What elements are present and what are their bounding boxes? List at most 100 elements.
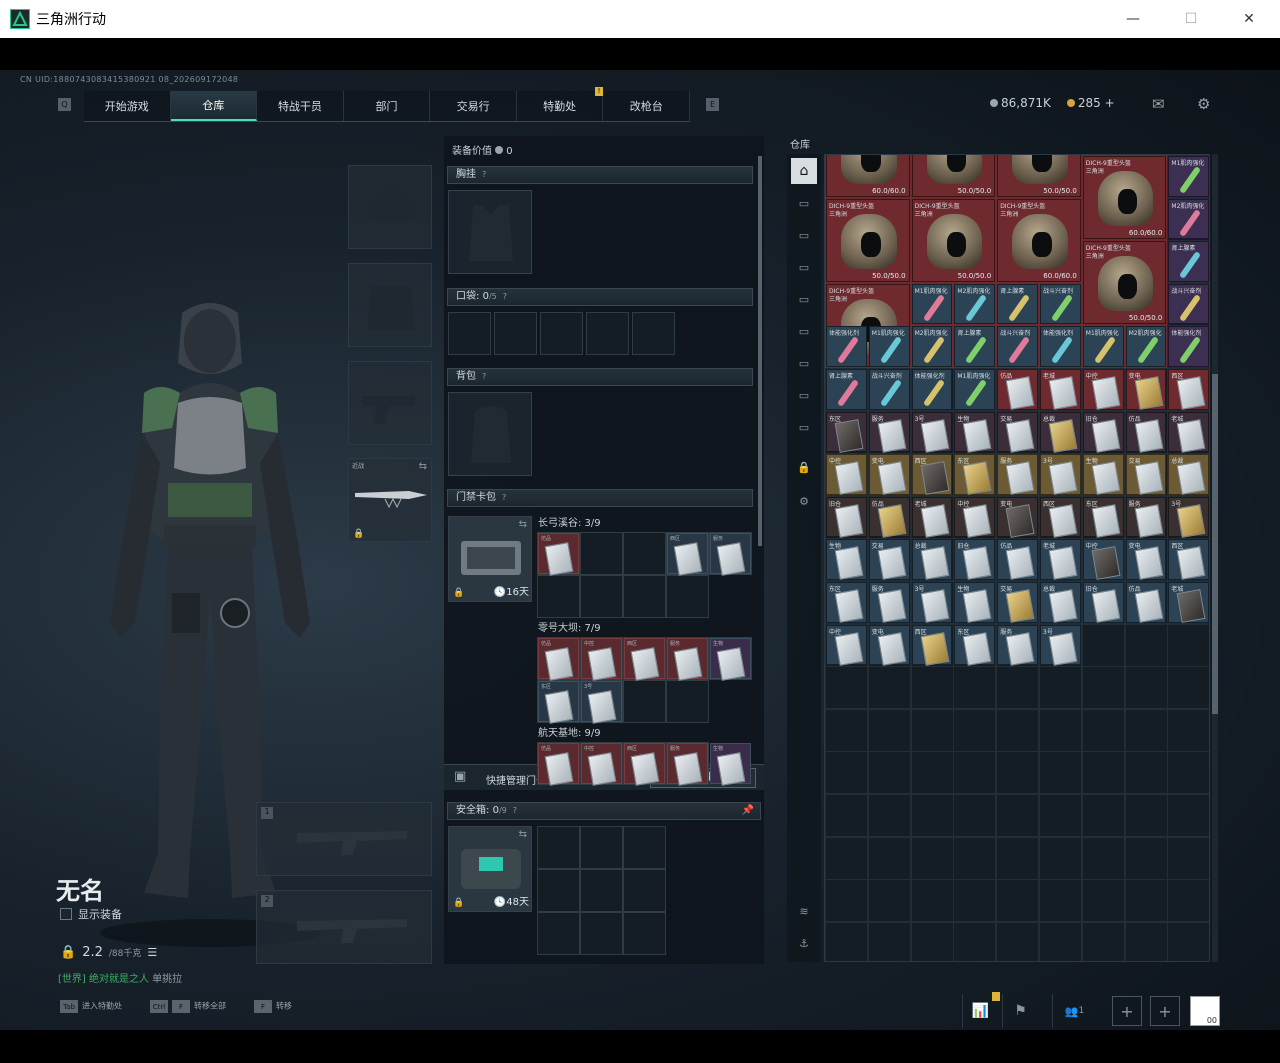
keycard-item[interactable]: 3号 [911,582,953,623]
warehouse-cell[interactable] [1124,666,1168,710]
safebox-slot-cell[interactable] [537,912,580,955]
warehouse-scrollbar[interactable] [1212,154,1218,962]
keycard-item[interactable]: 3号 [1168,496,1209,538]
keycard-item[interactable]: 西区 [624,638,665,681]
keycard-item[interactable]: 中控 [954,496,996,538]
close-button[interactable]: ✕ [1220,0,1278,38]
keycard-item[interactable]: 生物 [954,582,996,623]
warehouse-scroll-thumb[interactable] [1212,374,1218,714]
warehouse-cell[interactable] [825,794,868,837]
warehouse-cell[interactable] [825,879,868,923]
keycard-item[interactable]: 旧仓 [826,496,867,538]
keycard-item[interactable]: 西区 [1040,496,1081,538]
keycard-item[interactable]: 老城 [911,496,953,538]
warehouse-cell[interactable] [1081,666,1125,710]
injector-item[interactable]: 体能强化剂 [1168,326,1209,367]
keycard-item[interactable]: 仿品 [997,369,1038,410]
havcoin-balance[interactable]: 86,871K [990,96,1051,110]
melee-slot[interactable]: 近战 ⇆ 🔒 [348,458,432,542]
keycard-slot[interactable] [580,532,623,575]
pocket-slot[interactable] [448,312,491,355]
secondary-weapon-slot[interactable]: 2 [256,890,432,964]
injector-item[interactable]: 战斗兴奋剂 [1040,283,1081,325]
safebox-slot-cell[interactable] [580,826,623,869]
tab-operators[interactable]: 特战干员 [257,91,344,121]
show-equipment-toggle[interactable]: 显示装备 [60,906,122,922]
warehouse-cell[interactable] [953,751,997,795]
keycard-item[interactable]: 东区 [826,411,867,453]
injector-item[interactable]: M1肌肉强化 [1168,156,1209,197]
keycard-item[interactable]: 服务 [667,743,708,786]
warehouse-cell[interactable] [1167,623,1209,667]
keycard-item[interactable]: 变电 [1125,539,1167,581]
warehouse-cell[interactable] [1039,794,1082,837]
keycard-item[interactable]: 东区 [954,454,996,496]
keycard-item[interactable]: 生物 [710,638,751,681]
warehouse-cell[interactable] [867,794,911,837]
keycard-item[interactable]: 生物 [710,743,751,786]
pocket-slot[interactable] [632,312,675,355]
safebox-slot-cell[interactable] [623,826,666,869]
safebox-slot-cell[interactable] [623,912,666,955]
warehouse-cell[interactable] [953,708,997,752]
keycard-item[interactable]: 生物 [1082,454,1124,496]
tab-special-ops[interactable]: 特勤处 [517,91,604,121]
warehouse-cell[interactable] [1039,708,1082,752]
show-equipment-checkbox[interactable] [60,908,72,920]
keycard-item[interactable]: 交易 [997,411,1038,453]
swap-icon[interactable]: ⇆ [419,461,427,472]
warehouse-cell[interactable] [1124,751,1168,795]
keycard-item[interactable]: 3号 [1040,624,1081,666]
helmet-item[interactable]: DICH-9重型头盔三角洲60.0/60.0 [826,155,910,197]
warehouse-cell[interactable] [910,666,954,710]
tab-warehouse[interactable]: 仓库 [170,91,258,121]
backpack-slot[interactable] [448,392,532,476]
safebox-slot-cell[interactable] [623,869,666,912]
nav-next-key[interactable]: E [706,98,719,111]
safebox-slot-cell[interactable] [537,869,580,912]
warehouse-cell[interactable] [1039,751,1082,795]
warehouse-cell[interactable] [1039,879,1082,923]
warehouse-cell[interactable] [867,921,911,961]
keycard-item[interactable]: 变电 [997,496,1038,538]
keycard-item[interactable]: 西区 [1168,369,1209,410]
warehouse-cell[interactable] [953,879,997,923]
keycard-item[interactable]: 东区 [538,681,579,724]
pin-icon[interactable]: 📌 [742,803,754,819]
warehouse-cell[interactable] [910,921,954,961]
keycard-item[interactable]: 西区 [667,533,708,576]
injector-item[interactable]: 体能强化剂 [826,326,867,367]
keycard-item[interactable]: 西区 [1168,539,1209,581]
keycard-item[interactable]: 中控 [581,638,622,681]
helmet-item[interactable]: DICH-9重型头盔三角洲50.0/50.0 [911,155,996,197]
keycard-item[interactable]: 西区 [624,743,665,786]
category-icon[interactable]: ▭ [791,286,817,312]
keycard-item[interactable]: 总裁 [1168,454,1209,496]
pocket-slot[interactable] [586,312,629,355]
keycard-item[interactable]: 交易 [997,582,1038,623]
warehouse-cell[interactable] [1167,751,1209,795]
warehouse-cell[interactable] [1081,708,1125,752]
coupon-balance[interactable]: 285 + [1066,96,1115,110]
keycard-item[interactable]: 仿品 [538,743,579,786]
warehouse-cell[interactable] [996,708,1040,752]
keycard-item[interactable]: 生物 [826,539,867,581]
helmet-item[interactable]: DICH-9重型头盔三角洲60.0/60.0 [997,198,1081,282]
minimize-button[interactable]: — [1104,0,1162,38]
mail-icon[interactable]: ✉ [1152,95,1165,113]
keycard-item[interactable]: 仿品 [1125,582,1167,623]
warehouse-cell[interactable] [910,879,954,923]
warehouse-cell[interactable] [1039,921,1082,961]
keycard-item[interactable]: 交易 [1125,454,1167,496]
keycard-item[interactable]: 交易 [868,539,910,581]
keycard-item[interactable]: 变电 [1125,369,1167,410]
warehouse-cell[interactable] [953,794,997,837]
keycard-item[interactable]: 服务 [997,624,1038,666]
injector-item[interactable]: 肾上腺素 [826,369,867,410]
safebox-slot-cell[interactable] [537,826,580,869]
nav-prev-key[interactable]: Q [58,98,71,111]
keycard-item[interactable]: 中控 [1082,539,1124,581]
layers-icon[interactable]: ≋ [791,898,817,924]
warehouse-cell[interactable] [996,921,1040,961]
keycard-item[interactable]: 东区 [826,582,867,623]
